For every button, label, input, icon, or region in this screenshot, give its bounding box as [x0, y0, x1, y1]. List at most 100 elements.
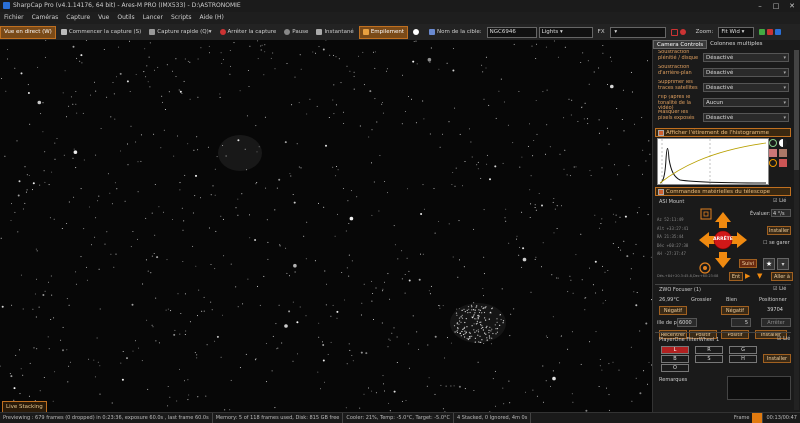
remarks-textarea[interactable] — [727, 376, 791, 400]
zoom-label: Zoom: — [695, 28, 714, 35]
menu-cameras[interactable]: Caméras — [28, 12, 63, 24]
mount-install-button[interactable]: Installer — [767, 226, 791, 235]
focuser-temperature: 26,99°C — [659, 297, 680, 303]
stacking-button[interactable]: Empilement — [358, 25, 408, 39]
start-capture-button[interactable]: Commencer la capture (S) — [58, 27, 144, 38]
lock-icon[interactable] — [779, 149, 787, 157]
setting-value: Désactivé — [706, 70, 734, 76]
record-indicator[interactable] — [410, 27, 424, 38]
menu-file[interactable]: Fichier — [0, 12, 28, 24]
filterwheel-connected[interactable]: ☑ Lié — [777, 336, 790, 342]
chevron-down-icon: ▾ — [783, 85, 786, 91]
setting-select[interactable]: Aucun ▾ — [703, 98, 789, 107]
filter-g-button[interactable]: G — [729, 346, 757, 354]
quick-capture-button[interactable]: Capture rapide (Q) ▾ — [146, 27, 214, 38]
histogram-icon — [759, 29, 766, 35]
telescope-checkbox[interactable] — [658, 189, 664, 195]
snapshot-icon — [316, 29, 323, 35]
slew-rate-select[interactable]: 4 °/s — [771, 209, 791, 217]
filterwheel-name: PlayerOne FilterWheel 1 — [659, 337, 720, 343]
filter-h-button[interactable]: H — [729, 355, 757, 363]
target-name-input[interactable]: NGC6946 — [486, 26, 537, 38]
telescope-header[interactable]: Commandes matérielles du télescope — [655, 187, 791, 196]
tab-multiple-columns[interactable]: Colonnes multiples — [707, 40, 765, 49]
menu-bar: Fichier Caméras Capture Vue Outils Lance… — [0, 12, 800, 24]
filter-b-button[interactable]: B — [661, 355, 689, 363]
setting-select[interactable]: Désactivé ▾ — [703, 68, 789, 77]
filter-r-button[interactable]: R — [695, 346, 723, 354]
coarse-step-input[interactable]: 6000 — [677, 318, 697, 327]
goto-button[interactable]: Aller à — [771, 272, 793, 281]
roi-icons[interactable] — [668, 27, 691, 38]
mount-direction-pad — [697, 204, 749, 304]
auto-stretch-icon[interactable] — [769, 139, 777, 147]
setting-label: Flip (après le tonalité de la vidéo) — [658, 95, 691, 110]
chevron-down-icon: ▾ — [783, 115, 786, 121]
park-checkbox[interactable]: ☐ se garer — [763, 240, 793, 246]
pause-icon — [284, 29, 291, 35]
setting-select[interactable]: Désactivé ▾ — [703, 83, 789, 92]
park-label: se garer — [769, 240, 790, 246]
settings-icon[interactable] — [769, 159, 777, 167]
pause-button[interactable]: Pause — [281, 27, 311, 38]
move-icon[interactable] — [769, 149, 777, 157]
menu-tools[interactable]: Outils — [113, 12, 138, 24]
scrollbar-thumb[interactable] — [794, 50, 799, 170]
focuser-stop-button[interactable]: Arrêter — [761, 318, 791, 327]
maximize-button[interactable]: □ — [768, 0, 784, 12]
chevron-down-icon[interactable]: ▾ — [777, 258, 789, 270]
minimize-button[interactable]: – — [752, 0, 768, 12]
panel-scrollbar[interactable] — [794, 50, 799, 410]
histogram-chart[interactable] — [657, 138, 769, 185]
camera-icon — [149, 29, 156, 35]
live-view-button[interactable]: Vue en direct (W) — [0, 25, 56, 39]
histogram-checkbox[interactable] — [658, 130, 664, 136]
filter-s-button[interactable]: S — [695, 355, 723, 363]
filter-l-button[interactable]: L — [661, 346, 689, 354]
setting-background-subtraction: Soustraction d'arrière-plan Désactivé ▾ — [655, 65, 791, 80]
coarse-negative-button[interactable]: Négatif — [659, 306, 687, 315]
goto-enter-button[interactable]: Ent — [729, 272, 743, 281]
star-icon[interactable]: ★ — [763, 258, 775, 270]
remarks-label: Remarques — [659, 377, 688, 383]
histogram-tools — [769, 139, 791, 167]
tab-camera-controls[interactable]: Camera Controls — [653, 40, 708, 49]
chevron-down-icon: ▾ — [783, 70, 786, 76]
setting-value: Désactivé — [706, 85, 734, 91]
fx-select[interactable]: ▾ — [609, 26, 666, 38]
menu-help[interactable]: Aide (H) — [196, 12, 228, 24]
reset-icon[interactable] — [779, 159, 787, 167]
menu-view[interactable]: Vue — [94, 12, 113, 24]
histogram-header[interactable]: Afficher l'étirement de l'histogramme — [655, 128, 791, 137]
setting-flat-subtraction: Soustraction plénitié / disque Désactivé… — [655, 50, 791, 65]
arrow-down-icon[interactable]: ▼ — [757, 272, 767, 281]
setting-select[interactable]: Désactivé ▾ — [703, 53, 789, 62]
frame-type-select[interactable]: Lights ▾ — [538, 26, 593, 38]
filterwheel-install-button[interactable]: Installer — [763, 354, 791, 363]
fine-step-input[interactable]: 5 — [731, 318, 751, 327]
stop-capture-button[interactable]: Arrêter la capture — [217, 27, 280, 38]
warning-icon — [767, 29, 774, 35]
filter-o-button[interactable]: O — [661, 364, 689, 372]
menu-capture[interactable]: Capture — [62, 12, 94, 24]
setting-select[interactable]: Désactivé ▾ — [703, 113, 789, 122]
histogram-toggle[interactable] — [756, 27, 786, 38]
focuser-connected[interactable]: ☑ Lié — [773, 286, 786, 292]
zoom-select[interactable]: Fit Wid ▾ — [718, 26, 755, 38]
setting-flip: Flip (après le tonalité de la vidéo) Auc… — [655, 95, 791, 110]
arrow-right-icon[interactable]: ▶ — [745, 272, 755, 281]
mount-connected[interactable]: ☑ Lié — [773, 198, 786, 204]
pin-icon — [775, 29, 782, 35]
menu-launch[interactable]: Lancer — [139, 12, 167, 24]
mount-status-line: Dés.+84+20.3:45.8,Dec+60:23:08 — [657, 274, 719, 278]
camera-viewport[interactable] — [0, 40, 652, 412]
start-capture-label: Commencer la capture (S) — [68, 28, 142, 35]
stop-slew-button[interactable]: ARRÊTE — [713, 236, 733, 244]
close-button[interactable]: ✕ — [784, 0, 800, 12]
fine-negative-button[interactable]: Négatif — [721, 306, 749, 315]
menu-scripts[interactable]: Scripts — [167, 12, 196, 24]
snapshot-button[interactable]: Instantané — [313, 27, 356, 38]
tracking-button[interactable]: Suivi — [739, 259, 757, 268]
histogram-curve — [659, 139, 767, 184]
contrast-icon[interactable] — [779, 139, 787, 147]
